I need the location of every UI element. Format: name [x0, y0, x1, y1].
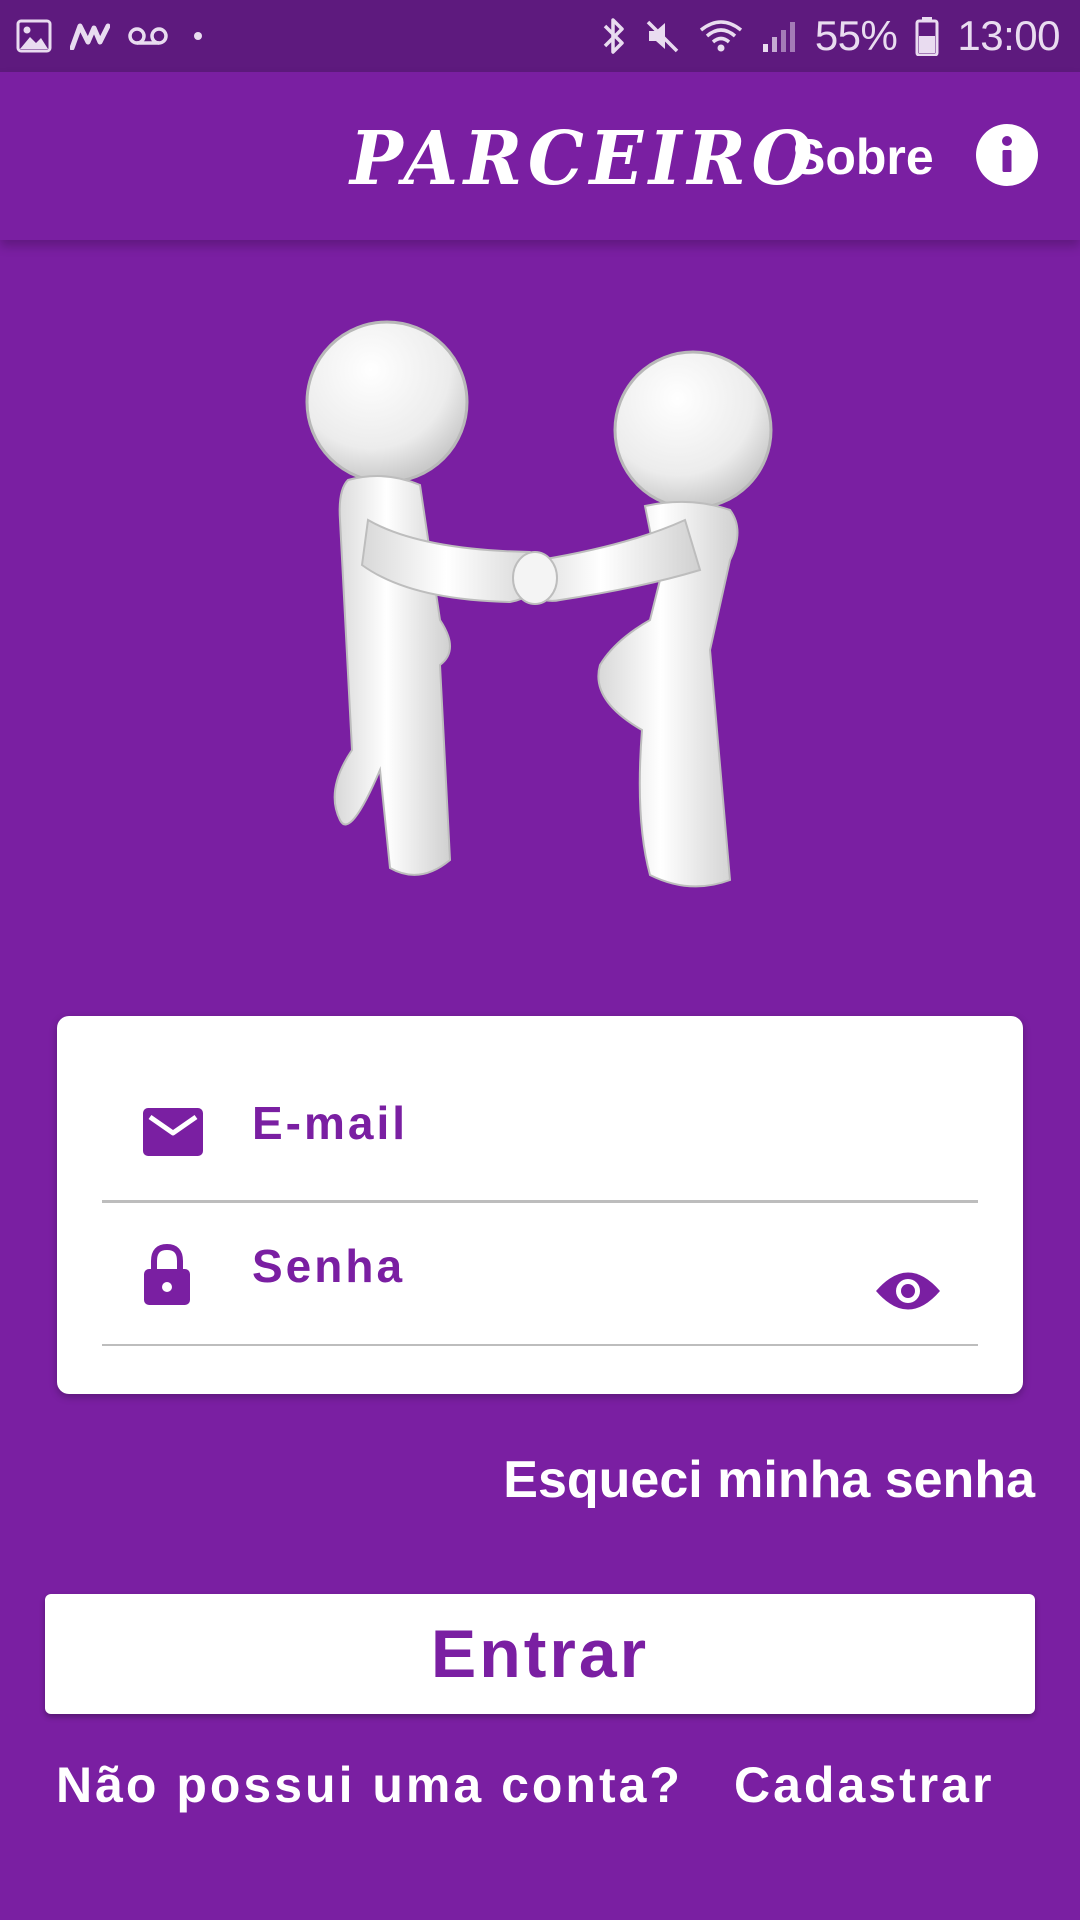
about-link[interactable]: Sobre [792, 128, 934, 186]
app-bar: PARCEIRO Sobre [0, 72, 1080, 240]
login-card [57, 1016, 1023, 1394]
eye-icon[interactable] [874, 1268, 942, 1314]
mute-icon [645, 18, 681, 54]
signal-icon [761, 18, 797, 54]
login-button[interactable]: Entrar [45, 1594, 1035, 1714]
bluetooth-icon [601, 16, 627, 56]
no-account-prompt: Não possui uma conta? [56, 1757, 683, 1813]
status-bar: 55% 13:00 [0, 0, 1080, 72]
info-icon[interactable] [976, 124, 1038, 186]
email-field [102, 1063, 978, 1203]
app-title: PARCEIRO [350, 116, 819, 202]
mail-icon [142, 1107, 204, 1157]
clock: 13:00 [957, 12, 1060, 59]
lock-icon [142, 1243, 192, 1307]
status-bar-right: 55% 13:00 [601, 12, 1060, 60]
m-app-icon [70, 22, 110, 50]
forgot-password-link[interactable]: Esqueci minha senha [503, 1450, 1035, 1510]
email-input[interactable] [252, 1083, 812, 1163]
voicemail-icon [128, 25, 168, 47]
dot-icon [194, 32, 202, 40]
battery-icon [915, 16, 939, 56]
handshake-figures-illustration [290, 320, 790, 900]
wifi-icon [699, 18, 743, 54]
signup-link[interactable]: Cadastrar [734, 1756, 994, 1814]
image-icon [16, 19, 52, 53]
battery-percent: 55% [814, 12, 898, 59]
status-bar-left [16, 19, 202, 53]
password-input[interactable] [252, 1226, 812, 1306]
password-field [102, 1206, 978, 1346]
signup-row: Não possui uma conta? Cadastrar [56, 1756, 1036, 1826]
